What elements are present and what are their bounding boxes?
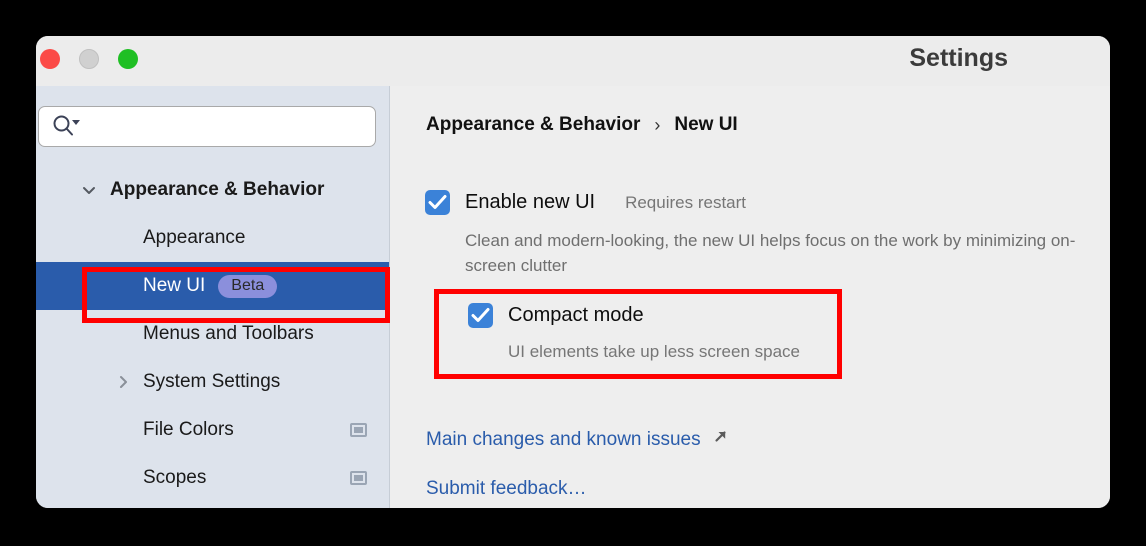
window-body: Appearance & Behavior Appearance New UI … bbox=[36, 86, 1110, 508]
sidebar-item-label: File Colors bbox=[143, 419, 234, 440]
settings-sidebar: Appearance & Behavior Appearance New UI … bbox=[36, 86, 390, 508]
screenshot-root: Settings Appearance & Behavior Appearanc… bbox=[0, 0, 1146, 546]
settings-window: Settings Appearance & Behavior Appearanc… bbox=[36, 36, 1110, 508]
sidebar-item-label: System Settings bbox=[143, 371, 281, 392]
search-field[interactable] bbox=[38, 106, 376, 149]
chevron-down-icon[interactable] bbox=[80, 181, 98, 199]
compact-mode-row[interactable]: Compact mode bbox=[468, 303, 644, 328]
submit-feedback-link[interactable]: Submit feedback… bbox=[426, 478, 587, 500]
requires-restart-hint: Requires restart bbox=[625, 192, 747, 212]
traffic-lights bbox=[40, 49, 138, 69]
chevron-right-icon[interactable] bbox=[114, 373, 132, 391]
sidebar-item-scopes[interactable]: Scopes bbox=[36, 454, 389, 502]
main-changes-link[interactable]: Main changes and known issues bbox=[426, 428, 729, 451]
breadcrumb-current: New UI bbox=[674, 114, 738, 135]
sidebar-item-menus-and-toolbars[interactable]: Menus and Toolbars bbox=[36, 310, 389, 358]
breadcrumb: Appearance & Behavior › New UI bbox=[426, 114, 738, 136]
project-level-icon bbox=[350, 423, 367, 437]
window-title: Settings bbox=[909, 44, 1008, 72]
main-changes-link-label: Main changes and known issues bbox=[426, 428, 701, 450]
sidebar-item-appearance[interactable]: Appearance bbox=[36, 214, 389, 262]
beta-badge: Beta bbox=[218, 274, 278, 298]
external-link-icon bbox=[712, 428, 729, 451]
sidebar-item-appearance-and-behavior[interactable]: Appearance & Behavior bbox=[36, 166, 389, 214]
sidebar-item-system-settings[interactable]: System Settings bbox=[36, 358, 389, 406]
sidebar-item-label: Scopes bbox=[143, 467, 207, 488]
search-input[interactable] bbox=[86, 106, 368, 149]
sidebar-item-file-colors[interactable]: File Colors bbox=[36, 406, 389, 454]
window-titlebar: Settings bbox=[36, 36, 1110, 86]
breadcrumb-root[interactable]: Appearance & Behavior bbox=[426, 114, 640, 136]
settings-main-panel: Appearance & Behavior › New UI Enable ne… bbox=[390, 86, 1110, 508]
project-level-icon bbox=[350, 471, 367, 485]
submit-feedback-link-label: Submit feedback… bbox=[426, 478, 587, 499]
enable-new-ui-checkbox[interactable] bbox=[425, 190, 450, 215]
zoom-button-icon[interactable] bbox=[118, 49, 138, 69]
settings-tree: Appearance & Behavior Appearance New UI … bbox=[36, 166, 389, 502]
chevron-right-icon: › bbox=[654, 114, 661, 135]
compact-mode-block: Compact mode UI elements take up less sc… bbox=[435, 291, 831, 369]
sidebar-item-label: Menus and Toolbars bbox=[143, 323, 314, 344]
sidebar-item-label: Appearance bbox=[143, 227, 246, 248]
enable-new-ui-description: Clean and modern-looking, the new UI hel… bbox=[465, 231, 1076, 275]
minimize-button-icon[interactable] bbox=[79, 49, 99, 69]
compact-mode-label: Compact mode bbox=[508, 304, 644, 326]
enable-new-ui-row[interactable]: Enable new UI Requires restart bbox=[425, 190, 746, 215]
close-button-icon[interactable] bbox=[40, 49, 60, 69]
search-icon bbox=[52, 115, 82, 137]
sidebar-item-label: Appearance & Behavior bbox=[110, 179, 325, 200]
enable-new-ui-label: Enable new UI bbox=[465, 191, 596, 213]
sidebar-item-new-ui[interactable]: New UI Beta bbox=[36, 262, 389, 310]
sidebar-item-label: New UI bbox=[143, 275, 206, 296]
compact-mode-description: UI elements take up less screen space bbox=[508, 342, 800, 361]
compact-mode-checkbox[interactable] bbox=[468, 303, 493, 328]
